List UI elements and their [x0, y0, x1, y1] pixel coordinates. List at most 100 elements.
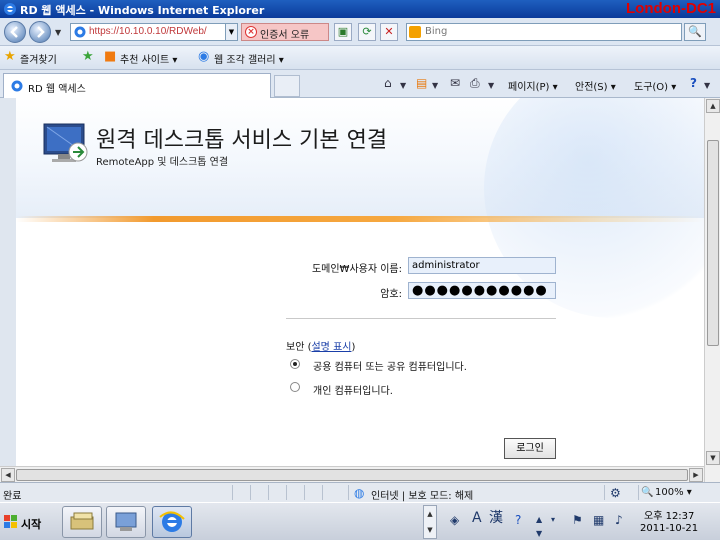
compatibility-view-button[interactable]: ▣ [334, 23, 352, 41]
help-icon[interactable]: ? [690, 76, 697, 90]
favorites-button[interactable]: 즐겨찾기 [20, 51, 57, 66]
zoom-icon: 🔍 [641, 487, 654, 498]
tab-label: RD 웹 액세스 [28, 84, 86, 95]
feeds-dropdown-icon[interactable]: ▼ [432, 79, 438, 93]
forward-button[interactable] [29, 21, 51, 43]
security-heading: 보안 (설명 표시) [286, 338, 355, 353]
internet-zone-globe-icon: ◍ [354, 486, 365, 500]
certificate-error-button[interactable]: × 인증서 오류 [241, 23, 329, 41]
vertical-scrollbar[interactable]: ▲ ▼ [704, 98, 720, 482]
private-computer-radio[interactable] [290, 382, 300, 392]
arrow-left-icon [10, 26, 18, 38]
language-bar-icon[interactable]: ◈ [450, 513, 459, 527]
suggested-sites-icon: ■ [104, 49, 117, 64]
address-input[interactable]: https://10.10.0.10/RDWeb/ ▼ [70, 23, 238, 41]
private-computer-label[interactable]: 개인 컴퓨터입니다. [313, 382, 393, 397]
start-button[interactable]: 시작 [2, 509, 54, 535]
horizontal-scrollbar[interactable]: ◀ ▶ [0, 466, 704, 482]
new-tab-button[interactable] [274, 75, 300, 97]
server-label: London-DC1 [626, 0, 716, 17]
tray-expand-icon[interactable]: ▲ ▼ [536, 513, 542, 540]
history-dropdown-icon[interactable]: ▼ [55, 28, 61, 37]
scroll-down-arrow-icon[interactable]: ▼ [706, 451, 720, 465]
public-computer-label[interactable]: 공용 컴퓨터 또는 공유 컴퓨터입니다. [313, 358, 467, 373]
favorites-bar: ★ 즐겨찾기 ★ ■ 추천 사이트 ▾ ◉ 웹 조각 갤러리 ▾ [0, 46, 720, 70]
bing-icon [409, 26, 421, 38]
error-x-icon: × [245, 26, 257, 38]
windows-flag-icon [4, 515, 17, 528]
scroll-up-arrow-icon[interactable]: ▲ [706, 99, 720, 113]
username-label: 도메인₩사용자 이름: [311, 264, 402, 275]
tray-options-icon[interactable]: ▾ [551, 513, 555, 527]
network-icon[interactable]: ▦ [593, 513, 604, 527]
search-button[interactable]: 🔍 [684, 23, 706, 41]
window-title: RD 웹 액세스 - Windows Internet Explorer [20, 4, 265, 17]
scroll-right-arrow-icon[interactable]: ▶ [689, 468, 703, 482]
hanja-icon[interactable]: 漢 [489, 511, 503, 525]
stop-button[interactable]: ✕ [380, 23, 398, 41]
volume-icon[interactable]: ♪ [615, 513, 623, 527]
tray-scroll-button[interactable]: ▲ ▼ [423, 505, 437, 539]
action-center-flag-icon[interactable]: ⚑ [572, 513, 583, 527]
input-mode-a-icon[interactable]: A [472, 511, 482, 525]
password-input[interactable]: ●●●●●●●●●●● [408, 282, 556, 299]
title-bar[interactable]: RD 웹 액세스 - Windows Internet Explorer Lon… [0, 0, 720, 18]
url-text: https://10.10.0.10/RDWeb/ [89, 26, 207, 37]
search-input[interactable]: Bing [406, 23, 682, 41]
status-segment [304, 485, 320, 500]
page-menu[interactable]: 페이지(P) ▾ [508, 78, 558, 93]
stop-x-icon: ✕ [384, 25, 394, 38]
web-slice-gallery-link[interactable]: 웹 조각 갤러리 ▾ [214, 51, 284, 66]
server-manager-icon [70, 512, 94, 530]
show-explanation-link[interactable]: 설명 표시 [311, 342, 351, 353]
page-subtitle: RemoteApp 및 데스크톱 연결 [96, 157, 229, 168]
taskbar-server-manager-button[interactable] [62, 506, 102, 538]
suggested-sites-link[interactable]: 추천 사이트 ▾ [120, 51, 177, 66]
magnifier-icon: 🔍 [688, 25, 702, 38]
favorites-star-icon: ★ [4, 49, 16, 64]
add-favorites-icon[interactable]: ★ [82, 50, 94, 64]
clock-date[interactable]: 2011-10-21 [640, 523, 698, 534]
taskbar-internet-explorer-button[interactable] [152, 506, 192, 538]
taskbar-explorer-button[interactable] [106, 506, 146, 538]
internet-explorer-taskbar-icon [159, 511, 185, 532]
home-dropdown-icon[interactable]: ▼ [400, 79, 406, 93]
header-banner: 원격 데스크톱 서비스 기본 연결 RemoteApp 및 데스크톱 연결 [16, 98, 704, 318]
password-label: 암호: [380, 289, 402, 300]
taskbar: 시작 ▲ ▼ ◈ A 漢 ? ▲ ▼ ▾ ⚑ ▦ ♪ 오후 12:37 2011-1… [0, 502, 720, 540]
security-zone-text[interactable]: 인터넷 | 보호 모드: 해제 [371, 487, 473, 502]
clock-time[interactable]: 오후 12:37 [644, 507, 694, 522]
login-button[interactable]: 로그인 [504, 438, 556, 459]
address-toolbar: ▼ https://10.10.0.10/RDWeb/ ▼ × 인증서 오류 ▣… [0, 18, 720, 46]
public-computer-radio[interactable] [290, 359, 300, 369]
explorer-icon [115, 512, 137, 531]
mail-icon[interactable]: ✉ [450, 76, 460, 90]
status-bar: 완료 ◍ 인터넷 | 보호 모드: 해제 ⚙ 🔍 100% ▾ [0, 482, 720, 502]
back-button[interactable] [4, 21, 26, 43]
scroll-left-arrow-icon[interactable]: ◀ [1, 468, 15, 482]
home-icon[interactable]: ⌂ [384, 76, 392, 90]
protected-mode-icon[interactable]: ⚙ [610, 486, 621, 500]
help-circle-icon[interactable]: ? [515, 513, 521, 527]
help-dropdown-icon[interactable]: ▼ [704, 79, 710, 93]
refresh-icon: ⟳ [362, 25, 372, 38]
vertical-scroll-thumb[interactable] [707, 140, 719, 346]
url-dropdown-icon[interactable]: ▼ [225, 24, 237, 40]
zoom-level[interactable]: 100% ▾ [655, 487, 692, 498]
horizontal-scroll-thumb[interactable] [16, 469, 688, 481]
print-dropdown-icon[interactable]: ▼ [488, 79, 494, 93]
status-text: 완료 [3, 491, 22, 502]
internet-explorer-icon [4, 3, 16, 15]
status-segment [322, 485, 338, 500]
refresh-button[interactable]: ⟳ [358, 23, 376, 41]
safety-menu[interactable]: 안전(S) ▾ [575, 78, 616, 93]
tools-menu[interactable]: 도구(O) ▾ [634, 78, 676, 93]
print-icon[interactable]: ⎙ [470, 76, 480, 90]
tab-rd-web-access[interactable]: RD 웹 액세스 [3, 73, 271, 98]
page-content: 원격 데스크톱 서비스 기본 연결 RemoteApp 및 데스크톱 연결 도메… [0, 98, 704, 482]
feeds-icon[interactable]: ▤ [416, 76, 427, 90]
security-label: 보안 ( [286, 342, 312, 353]
certificate-error-label: 인증서 오류 [260, 30, 310, 41]
remote-desktop-icon [43, 123, 88, 162]
username-input[interactable] [408, 257, 556, 274]
